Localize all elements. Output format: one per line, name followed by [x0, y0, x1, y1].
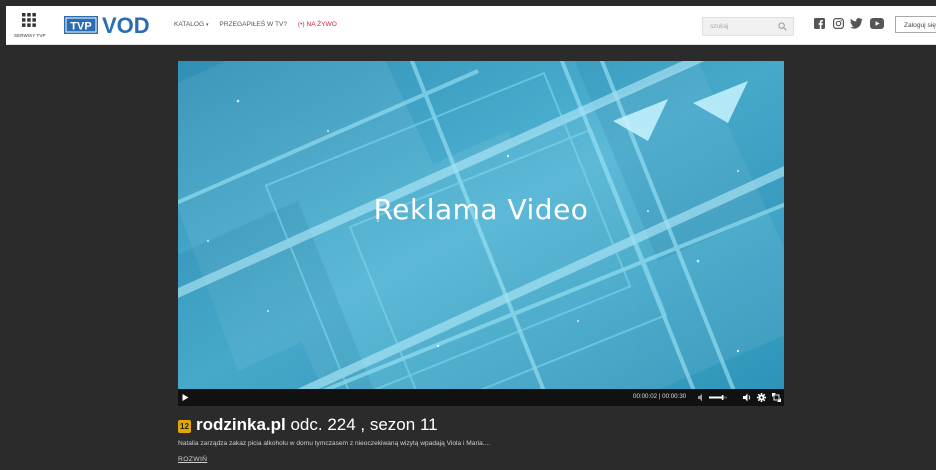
nav-missed-tv[interactable]: PRZEGAPIŁEŚ W TV? [219, 21, 287, 28]
live-broadcast-icon: (•) [297, 21, 305, 28]
nav-catalog-label: KATALOG [174, 21, 205, 28]
volume-slider[interactable] [709, 395, 727, 400]
services-menu-button[interactable]: SERWISY TVP [14, 11, 46, 41]
top-navigation-bar: SERWISY TVP TVP VOD KATALOG ▾ PRZEGAPIŁE… [6, 6, 936, 45]
login-button[interactable]: Zaloguj się [895, 16, 936, 33]
nav-live[interactable]: (•) NA ŻYWO [298, 21, 337, 28]
video-player[interactable]: Reklama Video 00:00:02 | 00:00:30 [178, 61, 784, 406]
logo-tvp-text: TVP [70, 21, 91, 33]
ad-overlay-text: Reklama Video [373, 193, 589, 226]
expand-description-link[interactable]: ROZWIŃ [178, 456, 207, 463]
volume-low-icon[interactable] [698, 393, 705, 402]
nav-live-label: NA ŻYWO [306, 21, 337, 28]
search-box [702, 17, 794, 36]
playback-time: 00:00:02 | 00:00:30 [633, 393, 687, 400]
youtube-icon[interactable] [870, 18, 884, 29]
logo-vod-text: VOD [102, 13, 150, 38]
show-name: rodzinka.pl [196, 415, 286, 434]
gear-icon[interactable] [757, 393, 766, 402]
grid-icon [22, 13, 36, 27]
services-label: SERWISY TVP [14, 33, 46, 38]
instagram-icon[interactable] [833, 18, 844, 29]
facebook-icon[interactable] [814, 18, 825, 29]
play-icon[interactable] [182, 394, 189, 401]
fullscreen-icon[interactable] [772, 393, 781, 402]
tvp-vod-logo[interactable]: TVP VOD [64, 12, 164, 38]
search-input[interactable] [703, 18, 780, 35]
nav-catalog[interactable]: KATALOG ▾ [174, 21, 209, 28]
search-icon[interactable] [778, 22, 787, 31]
main-nav: KATALOG ▾ PRZEGAPIŁEŚ W TV? (•) NA ŻYWO [174, 21, 346, 28]
twitter-icon[interactable] [850, 18, 863, 29]
player-control-bar: 00:00:02 | 00:00:30 [178, 389, 784, 406]
speaker-icon[interactable] [743, 393, 751, 402]
show-title: rodzinka.pl odc. 224 , sezon 11 [196, 415, 438, 435]
chevron-down-icon: ▾ [206, 22, 209, 28]
episode-info: odc. 224 , sezon 11 [290, 415, 438, 434]
age-rating-badge: 12 [178, 420, 191, 433]
episode-description: Natalia zarządza zakaz picia alkoholu w … [178, 440, 491, 447]
